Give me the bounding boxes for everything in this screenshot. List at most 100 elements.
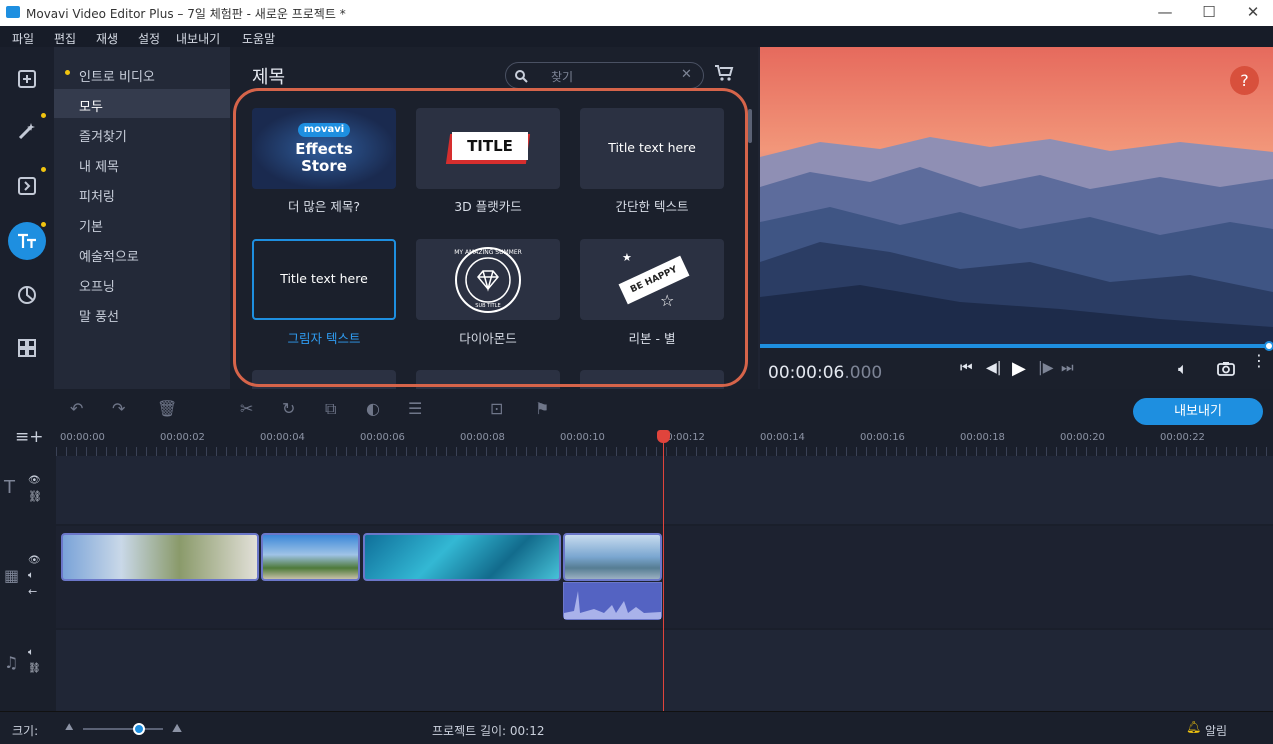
category-basic[interactable]: 기본 xyxy=(54,209,230,238)
ruler-tick: 00:00:04 xyxy=(260,432,305,443)
bell-icon[interactable]: 🔔︎ xyxy=(1186,720,1201,734)
title-track[interactable] xyxy=(56,456,1273,524)
menu-file[interactable]: 파일 xyxy=(12,30,34,47)
playback-progress[interactable] xyxy=(760,344,1273,348)
video-clip[interactable] xyxy=(363,533,561,581)
delete-icon[interactable]: 🗑︎ xyxy=(157,399,177,418)
redo-icon[interactable]: ↷ xyxy=(112,399,125,418)
search-input[interactable]: 찾기 ✕ xyxy=(505,62,704,89)
more-tools-icon[interactable] xyxy=(8,329,46,367)
ruler-tick: 00:00:22 xyxy=(1160,432,1205,443)
titles-icon[interactable] xyxy=(8,222,46,260)
transition-wizard-icon[interactable]: ⊡ xyxy=(490,399,503,418)
snapshot-camera-icon[interactable] xyxy=(1217,361,1235,376)
status-bar: 크기: ⛰︎ ⛰︎ 프로젝트 길이: 00:12 🔔︎ 알림 xyxy=(0,711,1273,744)
mute-icon[interactable]: 🔈︎ xyxy=(28,647,34,658)
video-clip[interactable] xyxy=(563,533,662,581)
category-artistic[interactable]: 예술적으로 xyxy=(54,239,230,268)
mute-icon[interactable]: 🔈︎ xyxy=(28,570,34,581)
marker-flag-icon[interactable]: ⚑ xyxy=(535,399,549,418)
add-track-icon[interactable]: ≡+ xyxy=(15,427,44,447)
zoom-in-icon[interactable]: ⛰︎ xyxy=(172,721,182,736)
filters-wand-icon[interactable] xyxy=(8,112,46,150)
timeline: ↶ ↷ 🗑︎ ✂ ↻ ⧉ ◐ ☰ ⊡ ⚑ 내보내기 ≡+ 00:00:00 00… xyxy=(0,389,1273,711)
category-speech-bubble[interactable]: 말 풍선 xyxy=(54,299,230,328)
timeline-playhead[interactable] xyxy=(663,434,664,711)
menu-bar: 파일 편집 재생 설정 내보내기 도움말 xyxy=(0,26,1273,47)
menu-export[interactable]: 내보내기 xyxy=(176,30,220,47)
zoom-slider[interactable] xyxy=(83,728,163,730)
skip-start-icon[interactable]: ⏮ xyxy=(960,360,973,376)
link-off-icon[interactable]: ⛓︎ xyxy=(28,663,41,674)
link-icon[interactable]: ⛓︎ xyxy=(28,490,42,503)
rotate-icon[interactable]: ↻ xyxy=(282,399,295,418)
visibility-eye-icon[interactable]: 👁︎ xyxy=(28,555,41,566)
zoom-out-icon[interactable]: ⛰︎ xyxy=(65,722,73,733)
title-track-icon: T xyxy=(4,477,15,498)
project-length: 프로젝트 길이: 00:12 xyxy=(432,724,545,738)
playback-progress-fill xyxy=(760,344,1273,348)
next-frame-icon[interactable]: |▶ xyxy=(1038,360,1053,376)
menu-playback[interactable]: 재생 xyxy=(96,30,118,47)
title-categories: 인트로 비디오 모두 즐겨찾기 내 제목 피처링 기본 예술적으로 오프닝 말 … xyxy=(54,47,230,389)
help-button[interactable]: ? xyxy=(1230,66,1259,95)
waveform xyxy=(564,591,661,619)
zoom-slider-handle[interactable] xyxy=(133,723,145,735)
menu-edit[interactable]: 편집 xyxy=(54,30,76,47)
player-controls: 00:00:06.000 ⏮ ◀| ▶ |▶ ⏭ 🔈︎ ⋮ xyxy=(760,341,1273,389)
detach-audio-icon[interactable]: ← xyxy=(28,585,37,598)
app-icon xyxy=(6,6,20,18)
color-adjust-icon[interactable]: ◐ xyxy=(366,399,380,418)
category-all[interactable]: 모두 xyxy=(54,89,230,118)
import-icon[interactable] xyxy=(8,60,46,98)
video-clip[interactable] xyxy=(61,533,259,581)
playhead-marker[interactable] xyxy=(657,430,670,443)
ruler-tick: 00:00:18 xyxy=(960,432,1005,443)
tool-sidebar xyxy=(0,47,54,389)
playhead-handle[interactable] xyxy=(1264,341,1273,351)
menu-help[interactable]: 도움말 xyxy=(242,30,275,47)
audio-track-icon: ♫ xyxy=(4,653,19,672)
more-options-icon[interactable]: ⋮ xyxy=(1251,353,1267,369)
ruler-tick: 00:00:16 xyxy=(860,432,905,443)
store-cart-icon[interactable] xyxy=(714,64,734,82)
ruler-minor-ticks xyxy=(56,447,1273,456)
crop-icon[interactable]: ⧉ xyxy=(325,399,336,419)
alerts-label[interactable]: 알림 xyxy=(1205,722,1227,739)
panel-scrollbar[interactable] xyxy=(748,109,752,143)
ruler-tick: 00:00:00 xyxy=(60,432,105,443)
volume-icon[interactable]: 🔈︎ xyxy=(1178,359,1188,379)
search-icon xyxy=(515,70,528,83)
visibility-eye-icon[interactable]: 👁︎ xyxy=(28,475,41,486)
export-button[interactable]: 내보내기 xyxy=(1133,398,1263,425)
audio-track[interactable] xyxy=(56,630,1273,711)
maximize-button[interactable]: ☐ xyxy=(1194,3,1224,21)
video-clip[interactable] xyxy=(261,533,360,581)
ruler-tick: 00:00:14 xyxy=(760,432,805,443)
search-placeholder: 찾기 xyxy=(551,70,574,84)
category-intro[interactable]: 인트로 비디오 xyxy=(54,59,230,88)
category-my-titles[interactable]: 내 제목 xyxy=(54,149,230,178)
ruler-tick: 00:00:06 xyxy=(360,432,405,443)
minimize-button[interactable]: — xyxy=(1150,3,1180,21)
category-favorites[interactable]: 즐겨찾기 xyxy=(54,119,230,148)
menu-settings[interactable]: 설정 xyxy=(138,30,160,47)
category-opening[interactable]: 오프닝 xyxy=(54,269,230,298)
ruler-tick: 00:00:20 xyxy=(1060,432,1105,443)
undo-icon[interactable]: ↶ xyxy=(70,399,83,418)
prev-frame-icon[interactable]: ◀| xyxy=(986,360,1001,376)
preview-frame xyxy=(760,47,1273,344)
stickers-icon[interactable] xyxy=(8,276,46,314)
panel-title: 제목 xyxy=(252,67,286,88)
new-badge xyxy=(41,167,46,172)
close-button[interactable]: ✕ xyxy=(1238,3,1268,21)
play-icon[interactable]: ▶ xyxy=(1012,358,1026,379)
clip-properties-icon[interactable]: ☰ xyxy=(408,399,422,418)
zoom-label: 크기: xyxy=(12,724,39,738)
skip-end-icon[interactable]: ⏭ xyxy=(1061,360,1074,376)
category-featured[interactable]: 피처링 xyxy=(54,179,230,208)
clear-search-icon[interactable]: ✕ xyxy=(681,67,692,82)
audio-waveform-clip[interactable] xyxy=(563,582,662,620)
cut-icon[interactable]: ✂ xyxy=(240,399,253,418)
transitions-icon[interactable] xyxy=(8,167,46,205)
